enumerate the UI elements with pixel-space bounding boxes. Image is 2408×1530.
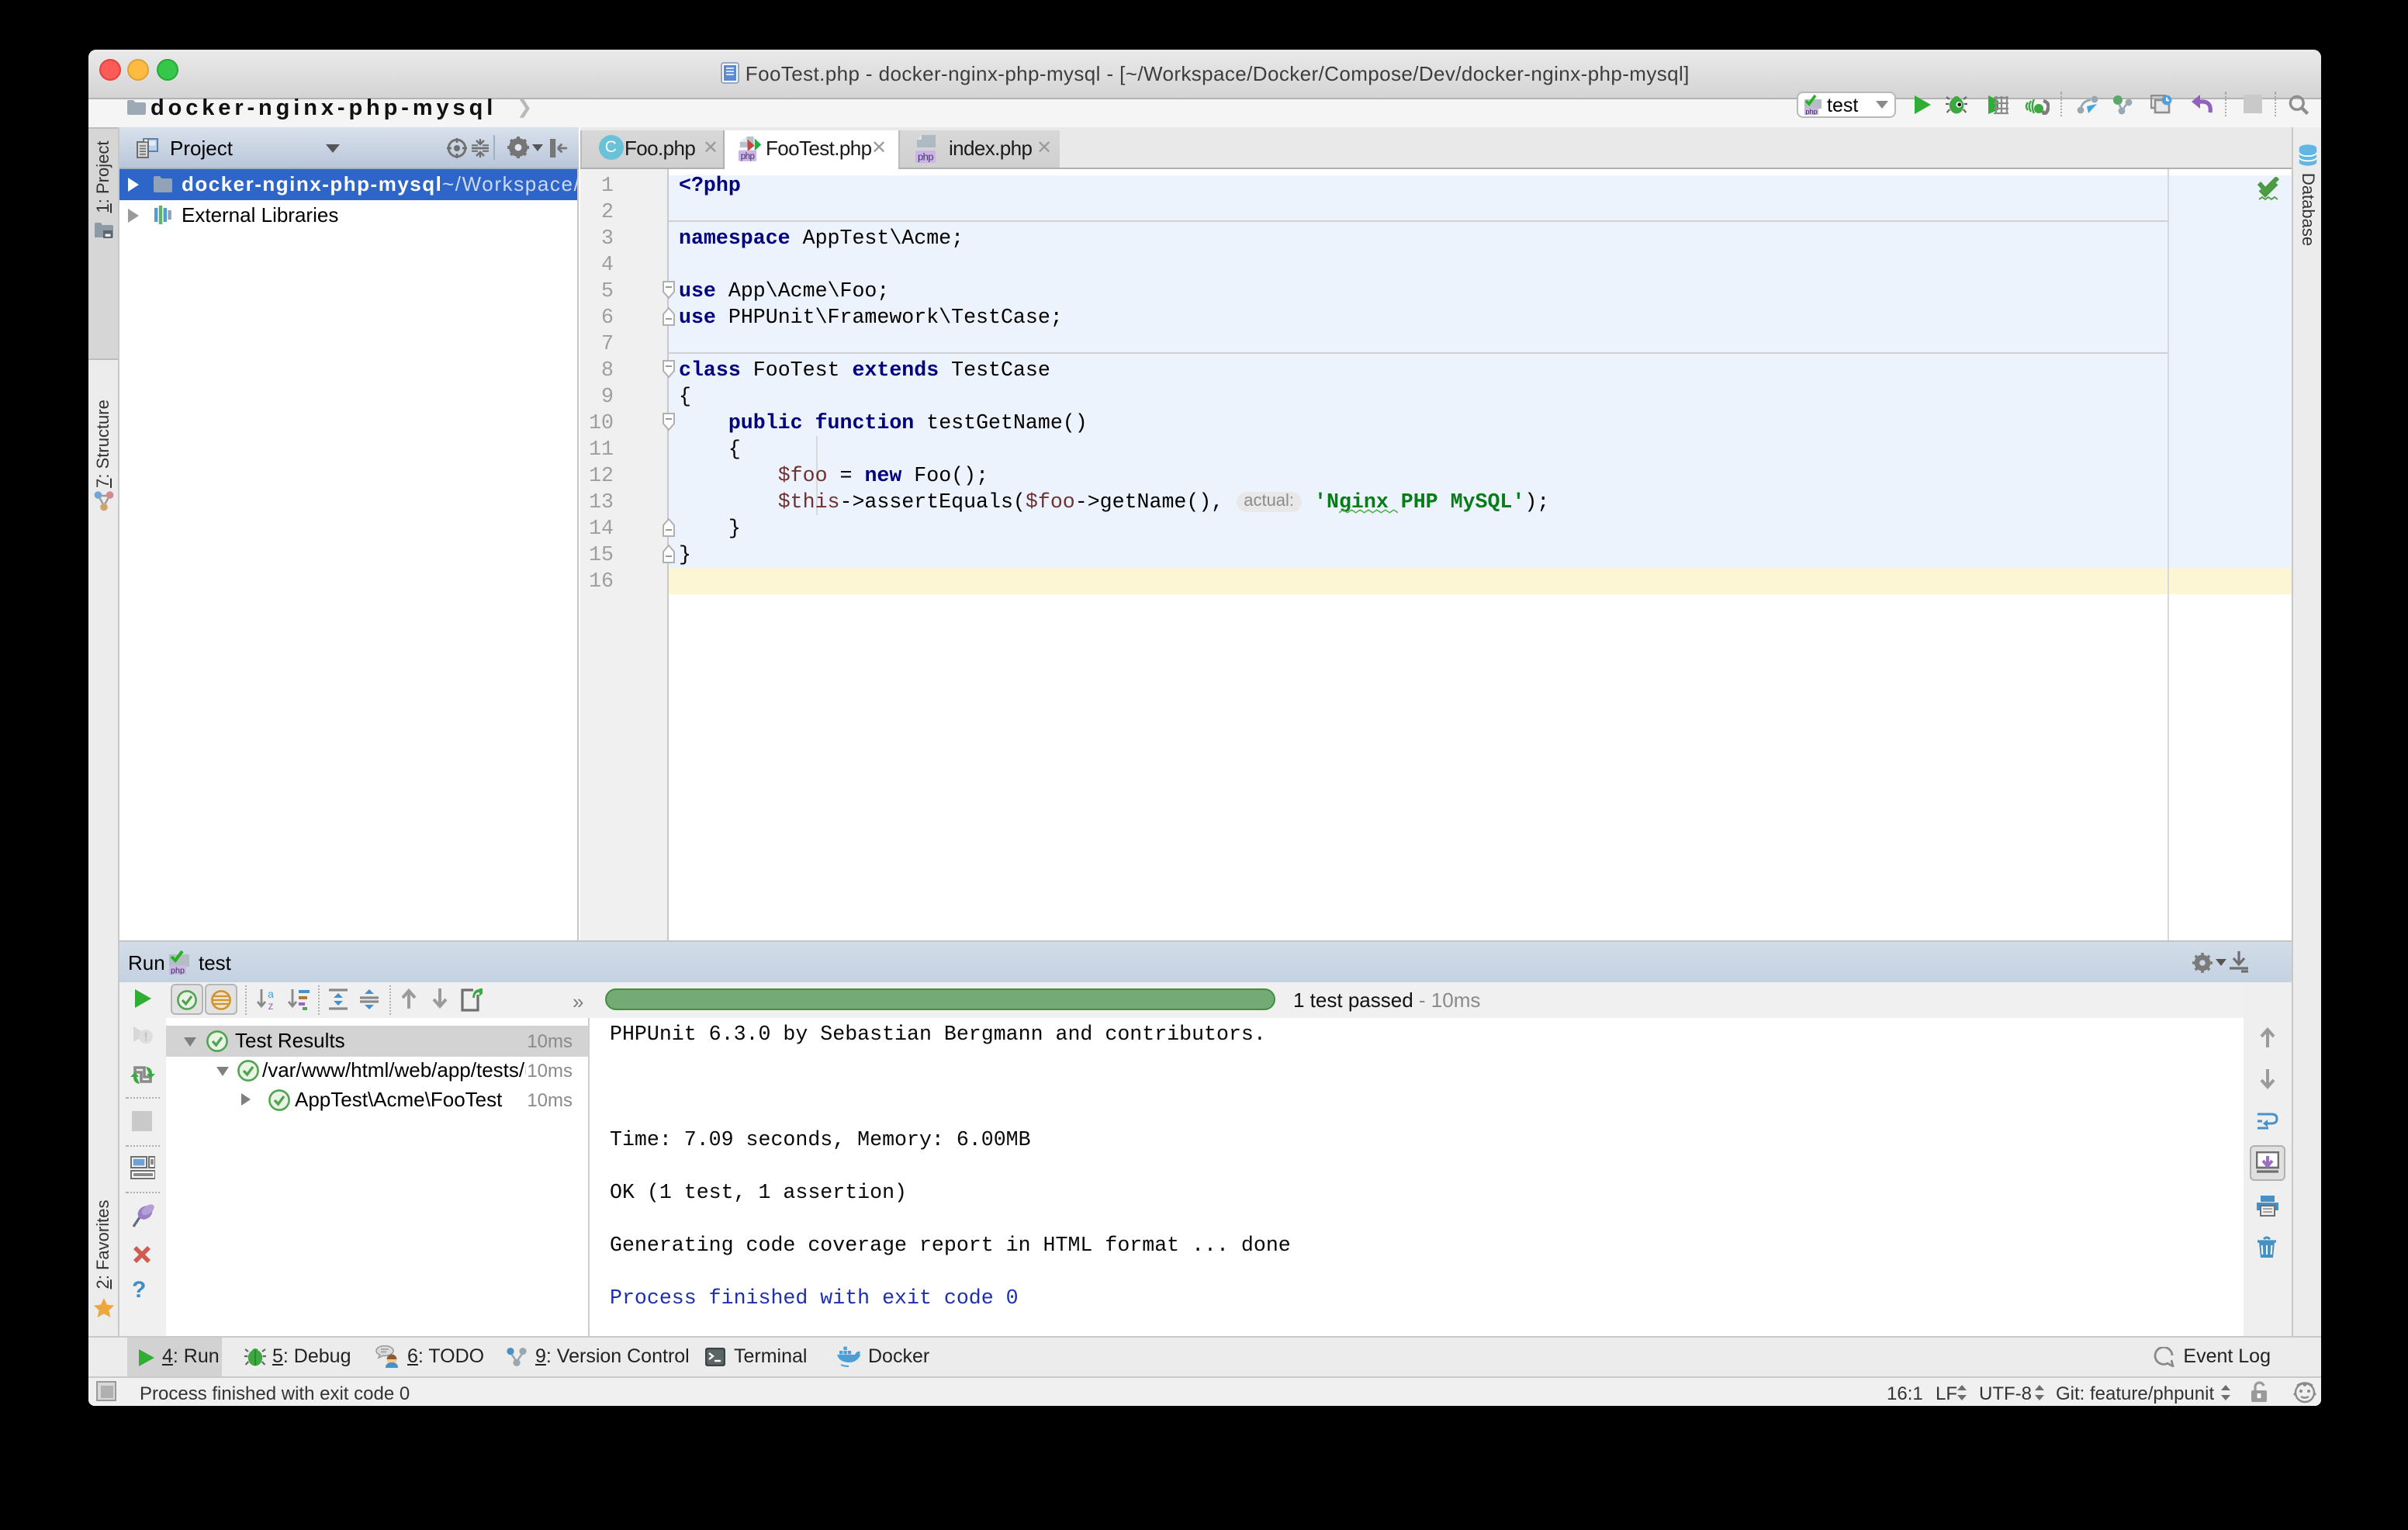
svg-text:!: ! bbox=[144, 1030, 147, 1044]
svg-text:z: z bbox=[268, 999, 273, 1010]
svg-text:php: php bbox=[918, 151, 933, 163]
svg-text:a: a bbox=[267, 988, 273, 1000]
svg-text:php: php bbox=[740, 152, 754, 161]
svg-text:php: php bbox=[1804, 107, 1816, 114]
svg-text:php: php bbox=[170, 965, 184, 974]
